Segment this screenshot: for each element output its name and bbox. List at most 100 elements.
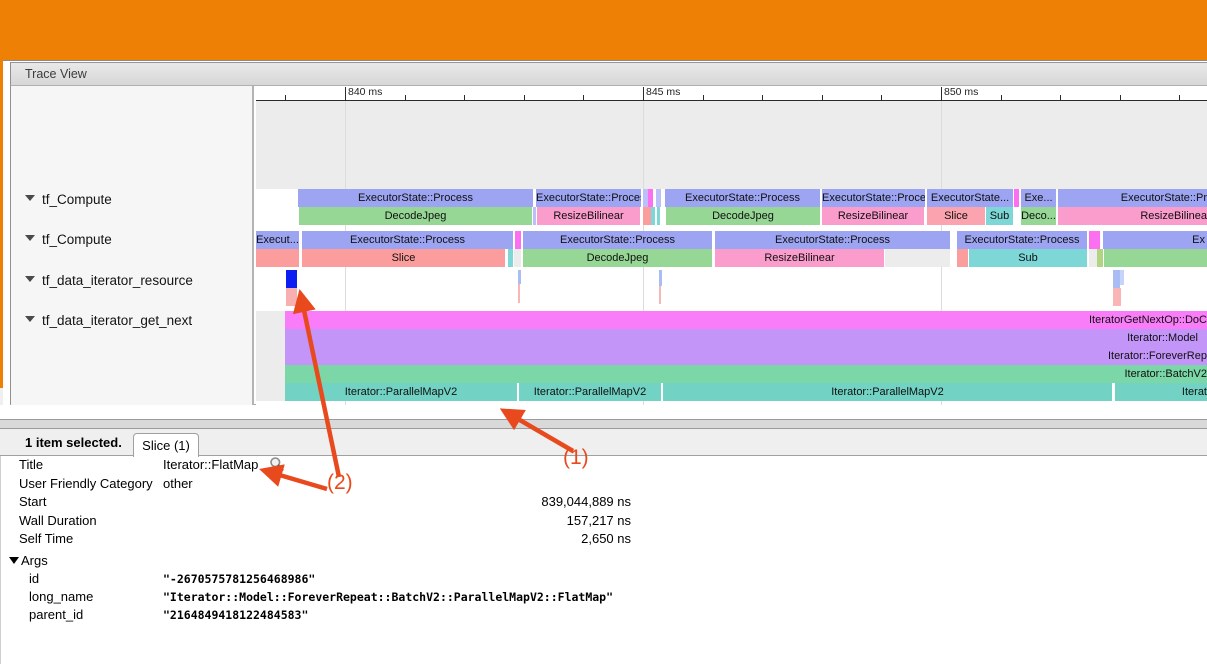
- trace-slice-sub[interactable]: Sub: [986, 207, 1013, 225]
- trace-slice[interactable]: [286, 288, 297, 306]
- detail-row: Wall Duration157,217 ns: [4, 513, 904, 531]
- collapse-triangle-icon[interactable]: [25, 276, 35, 282]
- trace-slice-iterator-batchv2[interactable]: Iterator::BatchV2: [285, 365, 1207, 383]
- ruler-minor-tick: [762, 95, 763, 101]
- trace-slice-executorstate-process[interactable]: ExecutorState::Process: [536, 189, 641, 207]
- trace-slice-executorstate-process[interactable]: ExecutorState::Process: [298, 189, 533, 207]
- trace-slice-iterator-parallelmapv2[interactable]: Iterator::ParallelMapV2: [285, 383, 517, 401]
- trace-slice-iterator-model[interactable]: Iterator::Model: [285, 329, 1207, 347]
- detail-row: Start839,044,889 ns: [4, 494, 904, 512]
- detail-label: User Friendly Category: [19, 476, 153, 491]
- trace-slice-decodejpeg[interactable]: DecodeJpeg: [299, 207, 532, 225]
- trace-slice-decodejpeg[interactable]: DecodeJpeg: [666, 207, 820, 225]
- trace-slice[interactable]: [1014, 189, 1019, 207]
- trace-slice[interactable]: [1113, 288, 1121, 306]
- ruler-major-tick: [345, 87, 346, 101]
- timeline-canvas[interactable]: 840 ms845 ms850 msExecutorState::Process…: [256, 86, 1207, 405]
- trace-slice-executorstate-process[interactable]: ExecutorState::Process: [957, 231, 1087, 249]
- trace-view-title: Trace View: [25, 67, 87, 81]
- trace-slice-slice[interactable]: Slice: [927, 207, 985, 225]
- analysis-splitter[interactable]: [0, 419, 1207, 429]
- detail-row: Self Time2,650 ns: [4, 531, 904, 549]
- trace-slice-exe-[interactable]: Exe...: [1021, 189, 1056, 207]
- collapse-triangle-icon[interactable]: [25, 235, 35, 241]
- trace-slice-resizebilinea[interactable]: ResizeBilinea: [1058, 207, 1207, 225]
- args-section-header: Args: [4, 553, 904, 571]
- trace-slice[interactable]: [1097, 249, 1103, 267]
- search-icon[interactable]: [269, 456, 285, 475]
- trace-slice[interactable]: [508, 249, 513, 267]
- trace-slice[interactable]: [659, 270, 662, 286]
- arg-key: id: [29, 571, 39, 586]
- annotation-label-1: (1): [563, 446, 589, 470]
- track-row-tf_Compute[interactable]: tf_Compute: [11, 232, 251, 249]
- trace-slice-resizebilinear[interactable]: ResizeBilinear: [715, 249, 884, 267]
- tab-slice[interactable]: Slice (1): [133, 433, 199, 457]
- trace-slice-executorstate-pr[interactable]: ExecutorState::Pr: [1058, 189, 1207, 207]
- trace-slice[interactable]: [643, 207, 651, 225]
- trace-slice[interactable]: [1089, 249, 1097, 267]
- trace-slice-executorstate-process[interactable]: ExecutorState::Process: [665, 189, 820, 207]
- detail-value: 839,044,889 ns: [4, 494, 631, 509]
- trace-slice-execut-[interactable]: Execut...: [256, 231, 299, 249]
- ruler-minor-tick: [703, 95, 704, 101]
- trace-slice[interactable]: [957, 249, 968, 267]
- track-name-panel: tf_Compute tf_Compute tf_data_iterator_res…: [11, 86, 254, 405]
- arg-value: "Iterator::Model::ForeverRepeat::BatchV2…: [163, 590, 613, 604]
- trace-slice[interactable]: [657, 207, 660, 225]
- trace-slice-iterator-foreverrep[interactable]: Iterator::ForeverRep: [285, 347, 1207, 365]
- trace-slice-executorstate-process[interactable]: ExecutorState::Process: [715, 231, 950, 249]
- trace-slice[interactable]: [514, 249, 521, 267]
- ruler-minor-tick: [1120, 95, 1121, 101]
- detail-row: User Friendly Categoryother: [4, 476, 904, 494]
- ruler-minor-tick: [1179, 95, 1180, 101]
- detail-value: Iterator::FlatMap: [163, 457, 258, 472]
- annotation-label-2: (2): [327, 471, 353, 495]
- trace-slice-decodejpeg[interactable]: DecodeJpeg: [523, 249, 712, 267]
- trace-slice[interactable]: [1113, 270, 1120, 288]
- trace-slice[interactable]: [651, 207, 655, 225]
- args-collapse-triangle-icon[interactable]: [9, 557, 19, 564]
- getnext-left-gutter: [256, 311, 285, 401]
- trace-slice[interactable]: [533, 207, 536, 225]
- trace-slice-resizebilinear[interactable]: ResizeBilinear: [822, 207, 924, 225]
- trace-slice[interactable]: [518, 270, 521, 284]
- trace-slice-iteratorgetnextop-doc[interactable]: IteratorGetNextOp::DoC: [285, 311, 1207, 329]
- trace-slice-slice[interactable]: Slice: [302, 249, 505, 267]
- trace-slice-resizebilinear[interactable]: ResizeBilinear: [537, 207, 640, 225]
- trace-slice[interactable]: [1104, 249, 1207, 267]
- analysis-panel: TitleIterator::FlatMapUser Friendly Cate…: [0, 456, 1207, 664]
- trace-slice[interactable]: [659, 286, 661, 304]
- trace-slice[interactable]: [256, 249, 299, 267]
- trace-slice-iterator-parallelmapv2[interactable]: Iterator::ParallelMapV2: [663, 383, 1112, 401]
- trace-slice[interactable]: [656, 189, 661, 207]
- trace-slice-iterator-parallelmapv2[interactable]: Iterator::ParallelMapV2: [519, 383, 661, 401]
- track-row-tf_Compute[interactable]: tf_Compute: [11, 192, 251, 209]
- trace-slice-executorstate-process[interactable]: ExecutorState::Process: [523, 231, 712, 249]
- trace-slice-executorstate-process[interactable]: ExecutorState::Process: [302, 231, 513, 249]
- trace-slice[interactable]: [515, 231, 521, 249]
- track-label: tf_Compute: [42, 192, 112, 207]
- trace-slice-executorstate-process[interactable]: ExecutorState::Process: [822, 189, 925, 207]
- selected-slice[interactable]: [286, 270, 297, 288]
- ruler-minor-tick: [1001, 95, 1002, 101]
- trace-slice-sub[interactable]: Sub: [969, 249, 1087, 267]
- arg-value: "2164849418122484583": [163, 608, 308, 622]
- track-row-tf_data_iterator_get_next[interactable]: tf_data_iterator_get_next: [11, 313, 251, 330]
- collapse-triangle-icon[interactable]: [25, 195, 35, 201]
- ruler-minor-tick: [464, 95, 465, 101]
- trace-slice[interactable]: [648, 189, 653, 207]
- trace-slice[interactable]: [1089, 231, 1100, 249]
- trace-slice-executorstate-[interactable]: ExecutorState...: [927, 189, 1013, 207]
- trace-slice-ex[interactable]: Ex: [1103, 231, 1207, 249]
- ruler-minor-tick: [1060, 95, 1061, 101]
- track-row-tf_data_iterator_resource[interactable]: tf_data_iterator_resource: [11, 273, 251, 290]
- ruler-minor-tick: [405, 95, 406, 101]
- ruler-minor-tick: [881, 95, 882, 101]
- trace-slice-iterat[interactable]: Iterat: [1115, 383, 1207, 401]
- trace-slice[interactable]: [885, 249, 950, 267]
- trace-slice-deco-[interactable]: Deco...: [1021, 207, 1056, 225]
- trace-slice[interactable]: [1120, 270, 1124, 285]
- collapse-triangle-icon[interactable]: [25, 316, 35, 322]
- trace-slice[interactable]: [518, 284, 520, 303]
